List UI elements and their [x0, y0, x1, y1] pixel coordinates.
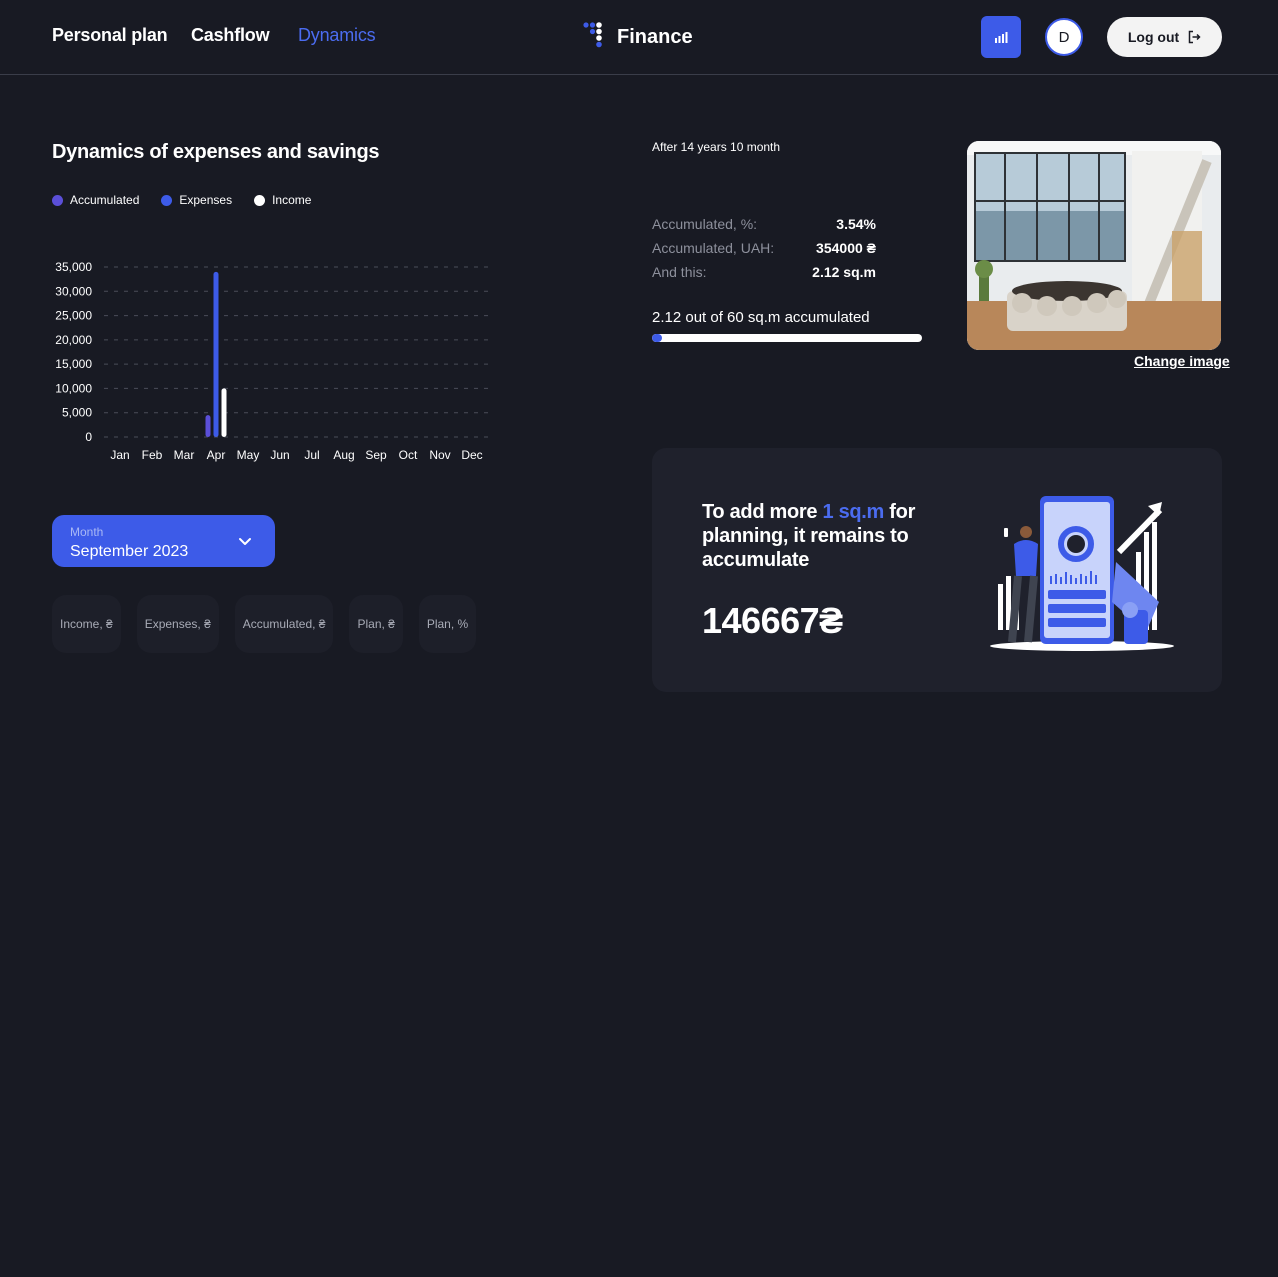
x-tick-label: Apr — [207, 448, 226, 462]
progress-bar — [652, 334, 922, 342]
y-tick-label: 10,000 — [55, 381, 92, 395]
logout-button[interactable]: Log out — [1107, 17, 1222, 57]
x-tick-label: Dec — [461, 448, 482, 462]
top-navigation-bar: Personal plan Cashflow Dynamics Finance … — [0, 0, 1278, 75]
brand-name: Finance — [617, 26, 693, 48]
chart-section-title: Dynamics of expenses and savings — [52, 141, 380, 163]
column-header-income[interactable]: Income, ₴ — [52, 595, 121, 653]
finance-app-illustration — [990, 496, 1174, 651]
user-avatar[interactable]: D — [1045, 18, 1083, 56]
logout-label: Log out — [1127, 29, 1180, 45]
legend-label-income: Income — [272, 193, 312, 207]
expenses-savings-chart: 0 5,000 10,000 15,000 20,000 25,000 30,000 35,0… — [55, 260, 488, 462]
x-tick-label: May — [237, 448, 260, 462]
column-header-expenses[interactable]: Expenses, ₴ — [136, 595, 219, 653]
bar-expenses-apr[interactable] — [213, 271, 219, 437]
x-tick-label: Oct — [399, 448, 418, 462]
column-header-plan-amount[interactable]: Plan, ₴ — [349, 595, 403, 653]
y-tick-label: 35,000 — [55, 260, 92, 274]
stat-value: 2.12 sq.m — [812, 264, 876, 280]
nav-dynamics[interactable]: Dynamics — [298, 25, 376, 46]
stat-label: Accumulated, UAH: — [652, 240, 775, 256]
column-header-plan-percent[interactable]: Plan, % — [418, 595, 477, 653]
month-dropdown[interactable]: Month September 2023 — [52, 515, 275, 567]
remaining-amount: 146667₴ — [702, 600, 843, 641]
legend-item-expenses: Expenses — [161, 193, 232, 207]
apartment-interior-picture — [967, 141, 1221, 350]
x-tick-label: Mar — [174, 448, 195, 462]
chart-legend: Accumulated Expenses Income — [52, 193, 333, 207]
y-tick-label: 0 — [85, 430, 92, 444]
legend-label-accumulated: Accumulated — [70, 193, 140, 207]
x-tick-label: Jun — [270, 448, 289, 462]
remaining-text-accent: 1 sq.m — [822, 501, 885, 523]
logo-dots-icon — [583, 22, 602, 48]
chevron-down-icon — [239, 538, 251, 545]
month-dropdown-label: Month — [70, 525, 104, 539]
legend-item-income: Income — [254, 193, 311, 207]
y-tick-label: 20,000 — [55, 333, 92, 347]
bar-income-apr[interactable] — [221, 388, 227, 437]
dynamics-table-header: Income, ₴ Expenses, ₴ Accumulated, ₴ Pla… — [52, 595, 477, 653]
progress-label: 2.12 out of 60 sq.m accumulated — [652, 309, 870, 326]
analytics-button[interactable] — [981, 16, 1021, 58]
x-tick-label: Jul — [304, 448, 319, 462]
legend-dot-accumulated — [52, 194, 63, 206]
bar-accumulated-apr[interactable] — [205, 415, 211, 437]
change-image-link[interactable]: Change image — [1134, 353, 1230, 369]
y-tick-label: 5,000 — [62, 406, 92, 420]
legend-label-expenses: Expenses — [179, 193, 233, 207]
progress-bar-fill — [652, 334, 662, 342]
remaining-text: To add more 1 sq.m for planning, it rema… — [702, 500, 932, 572]
y-tick-label: 25,000 — [55, 309, 92, 323]
x-tick-label: Jan — [110, 448, 129, 462]
x-tick-label: Feb — [142, 448, 163, 462]
stat-value: 354000 ₴ — [816, 240, 876, 256]
legend-item-accumulated: Accumulated — [52, 193, 139, 207]
bar-chart-icon — [995, 32, 1008, 43]
x-tick-label: Aug — [333, 448, 354, 462]
y-tick-label: 30,000 — [55, 284, 92, 298]
brand-logo[interactable]: Finance — [583, 22, 693, 52]
nav-personal-plan[interactable]: Personal plan — [52, 25, 168, 46]
month-dropdown-value: September 2023 — [70, 543, 189, 560]
logout-icon — [1188, 30, 1201, 44]
remaining-text-start: To add more — [702, 501, 823, 523]
x-tick-label: Nov — [429, 448, 450, 462]
stat-label: Accumulated, %: — [652, 216, 758, 232]
legend-dot-expenses — [161, 194, 173, 206]
column-header-accumulated[interactable]: Accumulated, ₴ — [234, 595, 334, 653]
stat-value: 3.54% — [836, 216, 876, 232]
nav-cashflow[interactable]: Cashflow — [191, 25, 270, 46]
stat-label: And this: — [652, 264, 707, 280]
goal-apartment-image — [967, 141, 1221, 350]
legend-dot-income — [254, 194, 266, 206]
x-tick-label: Sep — [365, 448, 387, 462]
y-tick-label: 15,000 — [55, 357, 92, 371]
remaining-amount-card: To add more 1 sq.m for planning, it rema… — [652, 448, 1222, 692]
time-horizon-text: After 14 years 10 month — [652, 140, 781, 154]
